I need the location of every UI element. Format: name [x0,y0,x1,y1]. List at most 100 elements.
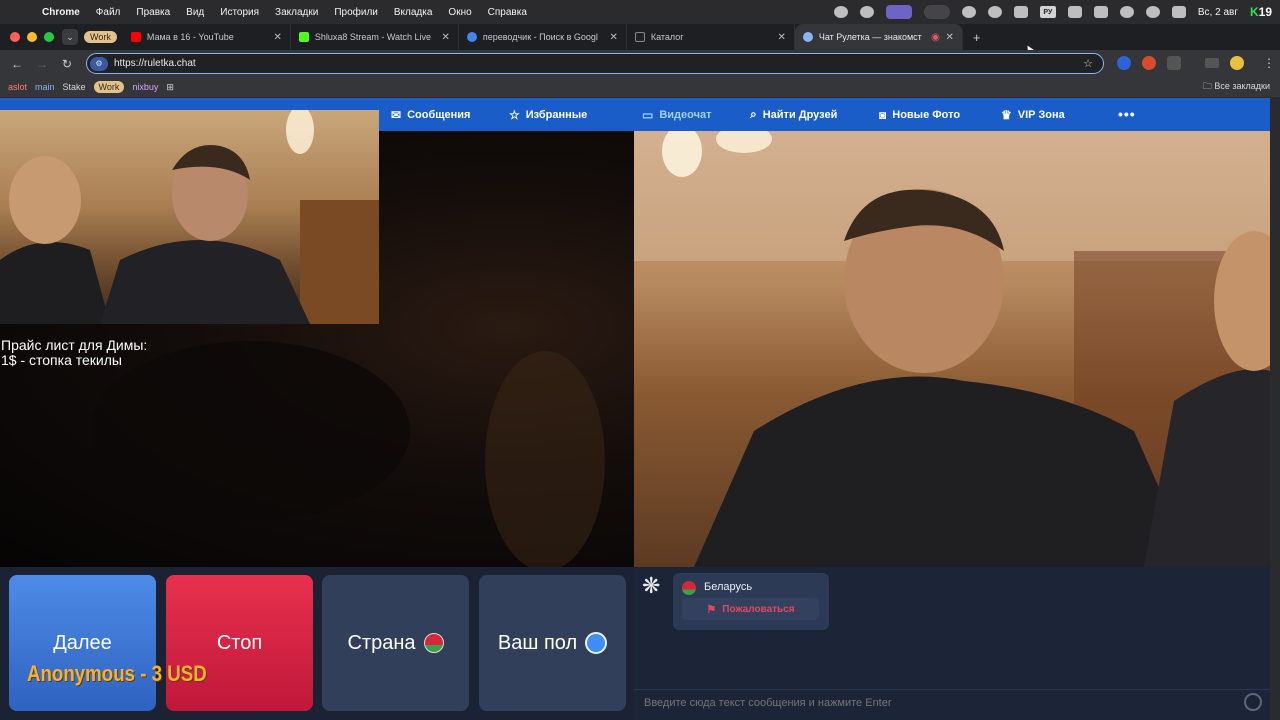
profile-avatar[interactable] [1230,56,1244,70]
extensions-puzzle-icon[interactable] [1167,56,1181,70]
cloud-icon[interactable] [859,6,874,18]
tab-group-work[interactable]: Work [84,31,117,43]
menu-file[interactable]: Файл [96,7,121,18]
bookmark-stake[interactable]: Stake [63,82,86,92]
badge-number: 19 [1258,5,1272,19]
overlay-line-2: 1$ - стопка текилы [1,352,122,368]
google-icon [466,32,477,42]
emoji-icon[interactable] [1244,693,1262,711]
input-language[interactable]: РУ [1039,6,1056,18]
self-preview-content [0,110,379,324]
bookmark-nixbuy[interactable]: nixbuy [132,82,158,92]
close-tab-icon[interactable]: ✕ [945,32,953,43]
nav-messages[interactable]: ✉ Сообщения [391,98,470,131]
nav-label: Избранные [525,108,588,121]
gender-user-icon [585,632,608,654]
address-url[interactable]: https://ruletka.chat [114,58,196,69]
nav-label: Видеочат [659,108,712,121]
extension-vpn-icon[interactable] [1117,56,1131,70]
siri-icon[interactable] [1145,6,1160,18]
forward-button[interactable]: → [34,57,50,71]
kick-icon [298,32,309,42]
fullscreen-window-icon[interactable] [44,32,54,42]
all-bookmarks-label: Все закладки [1214,81,1270,91]
ruletka-icon [802,32,813,42]
menu-bookmarks[interactable]: Закладки [275,7,318,18]
gender-select-button[interactable]: Ваш пол [479,575,626,711]
battery-icon[interactable] [1093,6,1108,18]
screen-record-icon[interactable] [885,5,912,19]
next-button[interactable]: Далее [9,575,156,711]
menu-tab[interactable]: Вкладка [394,7,433,18]
overlay-badge: K19 [1250,5,1272,19]
target-icon[interactable] [961,6,976,18]
text-chat-panel: ❋ Беларусь ⚑ Пожаловаться [634,567,1270,720]
browser-tab-strip: ⌄ Work Мама в 16 - YouTube ✕ Shluxa8 Str… [0,24,1280,50]
reload-button[interactable]: ↻ [59,57,75,71]
menu-history[interactable]: История [220,7,259,18]
bookmark-star-icon[interactable]: ☆ [1083,57,1093,70]
nav-find-friends[interactable]: ⌕ Найти Друзей [750,98,837,131]
browser-menu-icon[interactable]: ⋮ [1261,56,1277,70]
play-icon[interactable] [987,6,1002,18]
menu-app-name[interactable]: Chrome [42,7,80,18]
apps-grid-icon[interactable]: ⊞ [166,82,174,93]
menu-window[interactable]: Окно [448,7,471,18]
more-menu-icon[interactable]: ••• [1118,106,1136,122]
page-scrollbar[interactable] [1270,98,1280,720]
menu-edit[interactable]: Правка [136,7,170,18]
country-label: Страна [347,631,416,654]
shield-icon[interactable] [833,6,848,18]
all-bookmarks-folder[interactable]: 🗀 Все закладки [1203,79,1270,95]
menu-view[interactable]: Вид [186,7,204,18]
bookmark-aslot[interactable]: aslot [8,82,27,92]
tab-google-translate[interactable]: переводчик - Поиск в Googl ✕ [459,24,627,50]
tab-youtube[interactable]: Мама в 16 - YouTube ✕ [123,24,291,50]
reading-list-icon[interactable] [1205,58,1219,68]
report-button[interactable]: ⚑ Пожаловаться [682,598,819,620]
tab-search-chevron-icon[interactable]: ⌄ [62,29,78,45]
badge-letter: K [1249,5,1259,19]
tab-ruletka-active[interactable]: Чат Рулетка — знакомст ◉ ✕ [794,24,963,50]
site-info-icon[interactable]: ⚙ [90,56,108,71]
bookmark-work[interactable]: Work [93,81,125,93]
new-tab-button[interactable]: + [973,30,981,45]
back-button[interactable]: ← [9,57,25,71]
tab-title: Чат Рулетка — знакомст [818,32,922,42]
nav-videochat[interactable]: ▭ Видеочат [642,98,712,131]
close-tab-icon[interactable]: ✕ [777,32,785,43]
close-tab-icon[interactable]: ✕ [441,32,449,43]
nav-new-photos[interactable]: ◙ Новые Фото [879,98,960,131]
spotlight-icon[interactable] [1119,6,1134,18]
tab-kick-stream[interactable]: Shluxa8 Stream - Watch Live ✕ [291,24,459,50]
nav-label: VIP Зона [1017,108,1065,121]
macos-menu-bar: Chrome Файл Правка Вид История Закладки … [0,0,1280,24]
window-controls [10,32,54,42]
minimize-window-icon[interactable] [27,32,37,42]
extension-fox-icon[interactable] [1142,56,1156,70]
display-icon[interactable] [1013,6,1028,18]
address-bar[interactable]: ⚙ https://ruletka.chat ☆ [86,53,1104,74]
recording-indicator-icon: ◉ [931,31,940,43]
nav-favorites[interactable]: ☆ Избранные [509,98,587,131]
close-window-icon[interactable] [10,32,20,42]
nav-label: Сообщения [407,108,471,121]
menu-help[interactable]: Справка [488,7,527,18]
bookmarks-bar: aslot main Stake Work nixbuy ⊞ 🗀 Все зак… [0,77,1280,98]
bookmark-main[interactable]: main [35,82,55,92]
wifi-icon[interactable] [1067,6,1082,18]
search-icon: ⌕ [750,107,757,121]
menu-profiles[interactable]: Профили [334,7,378,18]
tab-catalog[interactable]: Каталог ✕ [627,24,795,50]
partner-country: Беларусь [704,581,753,593]
chat-message-input[interactable] [634,689,1270,715]
star-icon: ☆ [509,107,520,122]
close-tab-icon[interactable]: ✕ [609,32,617,43]
country-select-button[interactable]: Страна [322,575,469,711]
record-toggle-icon[interactable] [923,5,950,19]
menu-clock[interactable]: Вс, 2 авг [1198,7,1238,18]
control-center-icon[interactable] [1171,6,1186,18]
stop-button[interactable]: Стоп [166,575,313,711]
nav-vip-zone[interactable]: ♛ VIP Зона [1001,98,1065,131]
close-tab-icon[interactable]: ✕ [273,32,281,43]
